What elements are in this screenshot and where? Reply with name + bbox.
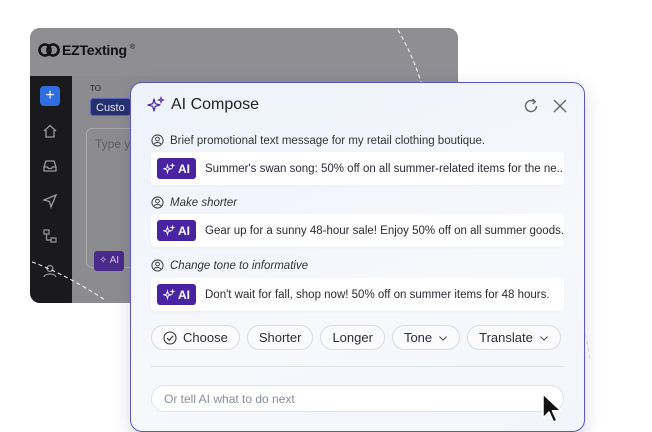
translate-dropdown[interactable]: Translate: [467, 325, 561, 350]
tone-dropdown[interactable]: Tone: [391, 325, 461, 350]
ez-logo-icon: [38, 43, 60, 57]
response-text: Don't wait for fall, shop now! 50% off o…: [205, 288, 550, 301]
chevron-down-icon: [539, 335, 548, 341]
ai-badge: AI: [157, 158, 196, 179]
response-text: Summer's swan song: 50% off on all summe…: [205, 162, 564, 175]
user-icon: [151, 259, 164, 272]
ai-badge-label: AI: [178, 223, 190, 238]
ai-badge: AI: [157, 284, 196, 305]
to-label: TO: [90, 84, 101, 93]
ai-response[interactable]: AI Gear up for a sunny 48-hour sale! Enj…: [151, 214, 564, 247]
divider: [151, 366, 564, 367]
background-ai-button[interactable]: ✧ AI: [94, 251, 125, 271]
app-sidebar: +: [30, 76, 72, 303]
translate-label: Translate: [479, 330, 533, 345]
home-icon[interactable]: [40, 121, 60, 141]
longer-button[interactable]: Longer: [320, 325, 385, 350]
plus-icon[interactable]: +: [40, 86, 60, 106]
ai-response[interactable]: AI Summer's swan song: 50% off on all su…: [151, 152, 564, 185]
close-icon[interactable]: [551, 97, 569, 115]
tone-label: Tone: [403, 330, 433, 345]
prompt-text: Make shorter: [170, 196, 238, 209]
ai-badge: AI: [157, 220, 196, 241]
prompt-row: Make shorter: [151, 196, 237, 209]
sparkle-icon: [147, 96, 165, 112]
response-text: Gear up for a sunny 48-hour sale! Enjoy …: [205, 224, 564, 237]
background-ai-label: AI: [109, 255, 120, 266]
shorter-button[interactable]: Shorter: [246, 325, 314, 350]
ai-badge-label: AI: [178, 287, 190, 302]
shorter-label: Shorter: [258, 330, 302, 345]
prompt-row: Brief promotional text message for my re…: [151, 134, 485, 147]
ez-texting-logo: EZTexting ®: [38, 41, 135, 59]
recipient-chip[interactable]: Custo: [90, 98, 131, 116]
choose-label: Choose: [183, 330, 228, 345]
user-icon: [151, 134, 164, 147]
sparkle-icon: [163, 162, 175, 174]
ai-badge-label: AI: [178, 161, 190, 176]
check-circle-icon: [163, 330, 177, 345]
app-header: EZTexting ®: [30, 28, 458, 76]
longer-label: Longer: [332, 330, 373, 345]
instruction-input[interactable]: [152, 386, 563, 411]
ai-response[interactable]: AI Don't wait for fall, shop now! 50% of…: [151, 278, 564, 311]
chevron-down-icon: [439, 335, 448, 341]
user-icon: [151, 196, 164, 209]
dialog-header: AI Compose: [147, 96, 259, 114]
ai-compose-dialog: AI Compose Brief promotional text messag…: [130, 82, 585, 432]
prompt-row: Change tone to informative: [151, 259, 308, 272]
action-buttons: Choose Shorter Longer Tone Translate: [151, 325, 561, 350]
instruction-input-wrapper: [151, 385, 564, 412]
choose-button[interactable]: Choose: [151, 325, 240, 350]
send-icon[interactable]: [40, 191, 60, 211]
message-placeholder: Type y: [95, 137, 131, 151]
prompt-text: Change tone to informative: [170, 259, 309, 272]
inbox-icon[interactable]: [40, 156, 60, 176]
org-chart-icon[interactable]: [40, 226, 60, 246]
logo-registered-mark: ®: [129, 43, 136, 51]
mouse-cursor-icon: [542, 393, 562, 423]
sparkle-icon: [163, 224, 175, 236]
contacts-icon[interactable]: [40, 261, 60, 281]
sparkle-icon: [163, 288, 175, 300]
logo-text: EZTexting: [62, 42, 127, 58]
prompt-text: Brief promotional text message for my re…: [170, 134, 486, 147]
dialog-title: AI Compose: [171, 96, 260, 113]
refresh-icon[interactable]: [522, 97, 540, 115]
